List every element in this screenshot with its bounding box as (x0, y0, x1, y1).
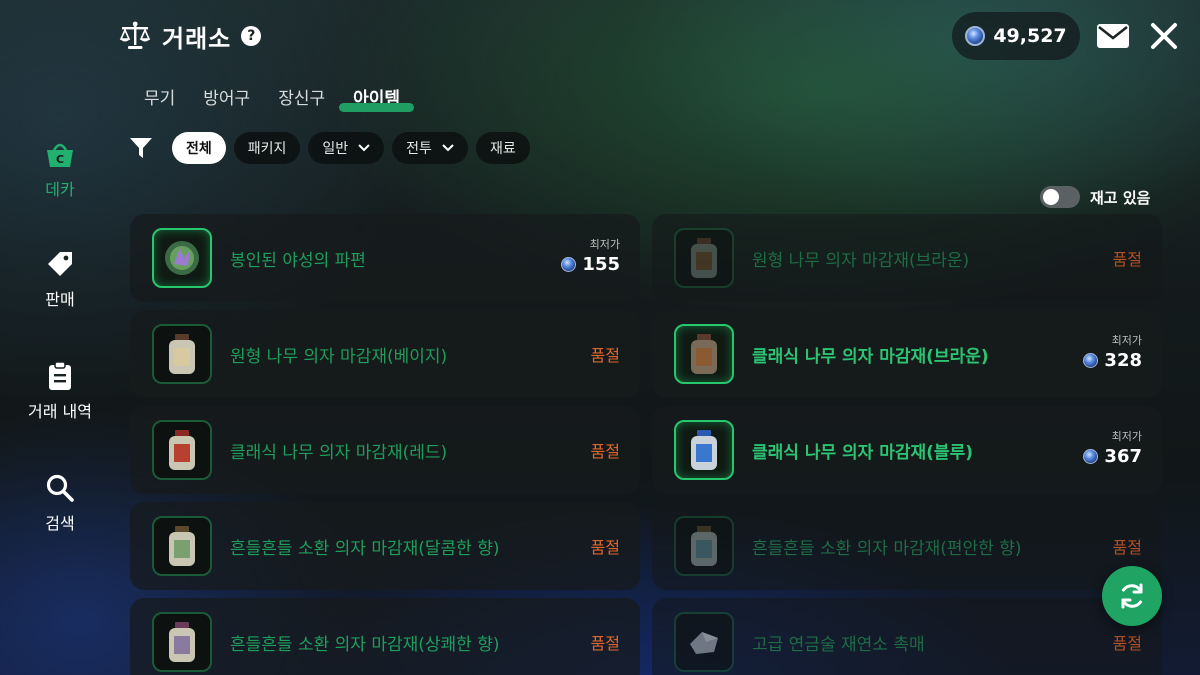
tag-icon (44, 248, 76, 280)
item-name: 고급 연금술 재연소 촉매 (752, 634, 925, 655)
sold-out-label: 품절 (1112, 250, 1142, 269)
help-icon[interactable]: ? (241, 26, 262, 46)
currency-balance: 49,527 (952, 12, 1080, 60)
sidebar-item-label: 판매 (45, 290, 75, 309)
item-name: 흔들흔들 소환 의자 마감재(달콤한 향) (230, 538, 500, 559)
list-item[interactable]: 흔들흔들 소환 의자 마감재(상쾌한 향) 품절 (130, 598, 640, 675)
lowest-price: 최저가 155 (561, 236, 620, 275)
list-item[interactable]: 흔들흔들 소환 의자 마감재(편안한 향) 품절 (652, 502, 1162, 590)
refresh-icon (1121, 583, 1143, 609)
refresh-button[interactable] (1102, 566, 1162, 626)
category-tabs: 무기 방어구 장신구 아이템 (130, 80, 414, 112)
item-thumbnail (152, 324, 212, 384)
list-item[interactable]: 고급 연금술 재연소 촉매 품절 (652, 598, 1162, 675)
crystal-coin-icon (1083, 353, 1099, 368)
item-thumbnail (674, 420, 734, 480)
lowest-price: 최저가 367 (1083, 428, 1142, 467)
list-item[interactable]: 클래식 나무 의자 마감재(브라운) 최저가 328 (652, 310, 1162, 398)
item-name: 흔들흔들 소환 의자 마감재(편안한 향) (752, 538, 1022, 559)
item-thumbnail (152, 228, 212, 288)
tab-items[interactable]: 아이템 (339, 80, 414, 112)
item-thumbnail (152, 516, 212, 576)
sidebar-item-search[interactable]: 검색 (18, 472, 102, 534)
list-item[interactable]: 클래식 나무 의자 마감재(레드) 품절 (130, 406, 640, 494)
basket-icon: C (44, 138, 76, 170)
item-name: 클래식 나무 의자 마감재(레드) (230, 442, 448, 463)
page-header: 거래소 ? (118, 18, 262, 54)
item-thumbnail (674, 228, 734, 288)
tab-armor[interactable]: 방어구 (189, 80, 264, 110)
tab-weapons[interactable]: 무기 (130, 80, 189, 110)
filter-icon[interactable] (128, 135, 154, 161)
mail-icon[interactable] (1096, 22, 1130, 50)
chevron-down-icon (358, 144, 370, 152)
scale-icon (118, 19, 152, 53)
in-stock-label: 재고 있음 (1090, 188, 1151, 207)
close-icon[interactable] (1148, 20, 1180, 52)
sidebar-item-history[interactable]: 거래 내역 (18, 360, 102, 422)
currency-amount: 49,527 (993, 25, 1067, 47)
svg-text:C: C (56, 153, 64, 166)
filter-chip-material[interactable]: 재료 (475, 132, 530, 164)
page-title: 거래소 (162, 24, 232, 53)
item-thumbnail (674, 516, 734, 576)
sold-out-label: 품절 (590, 346, 620, 365)
sidebar-item-label: 거래 내역 (28, 402, 92, 421)
sold-out-label: 품절 (590, 634, 620, 653)
item-name: 흔들흔들 소환 의자 마감재(상쾌한 향) (230, 634, 500, 655)
item-thumbnail (674, 324, 734, 384)
clipboard-icon (44, 360, 76, 392)
search-icon (44, 472, 76, 504)
list-item[interactable]: 원형 나무 의자 마감재(베이지) 품절 (130, 310, 640, 398)
list-item[interactable]: 클래식 나무 의자 마감재(블루) 최저가 367 (652, 406, 1162, 494)
crystal-coin-icon (561, 257, 577, 272)
filter-bar: 전체 패키지 일반 전투 재료 (128, 131, 530, 165)
toggle-switch[interactable] (1040, 186, 1080, 208)
sidebar-item-label: 데카 (45, 180, 75, 199)
lowest-price: 최저가 328 (1083, 332, 1142, 371)
chevron-down-icon (442, 144, 454, 152)
sidebar-item-deka[interactable]: C 데카 (18, 138, 102, 200)
tab-accessories[interactable]: 장신구 (264, 80, 339, 110)
item-thumbnail (152, 612, 212, 672)
list-item[interactable]: 봉인된 야성의 파편 최저가 155 (130, 214, 640, 302)
in-stock-toggle[interactable]: 재고 있음 (1040, 186, 1150, 208)
item-thumbnail (674, 612, 734, 672)
item-name: 클래식 나무 의자 마감재(블루) (752, 442, 973, 463)
sidebar-item-label: 검색 (45, 514, 75, 533)
sold-out-label: 품절 (590, 442, 620, 461)
sidebar-item-sell[interactable]: 판매 (18, 248, 102, 310)
item-name: 원형 나무 의자 마감재(브라운) (752, 250, 970, 271)
item-thumbnail (152, 420, 212, 480)
crystal-coin-icon (965, 26, 986, 46)
list-item[interactable]: 원형 나무 의자 마감재(브라운) 품절 (652, 214, 1162, 302)
item-name: 봉인된 야성의 파편 (230, 250, 366, 271)
filter-chip-package[interactable]: 패키지 (233, 132, 301, 164)
item-name: 원형 나무 의자 마감재(베이지) (230, 346, 448, 367)
filter-chip-general[interactable]: 일반 (308, 132, 385, 164)
filter-chip-all[interactable]: 전체 (172, 132, 226, 164)
filter-chip-combat[interactable]: 전투 (392, 132, 468, 164)
crystal-coin-icon (1083, 449, 1099, 464)
list-item[interactable]: 흔들흔들 소환 의자 마감재(달콤한 향) 품절 (130, 502, 640, 590)
sold-out-label: 품절 (590, 538, 620, 557)
item-name: 클래식 나무 의자 마감재(브라운) (752, 346, 989, 367)
